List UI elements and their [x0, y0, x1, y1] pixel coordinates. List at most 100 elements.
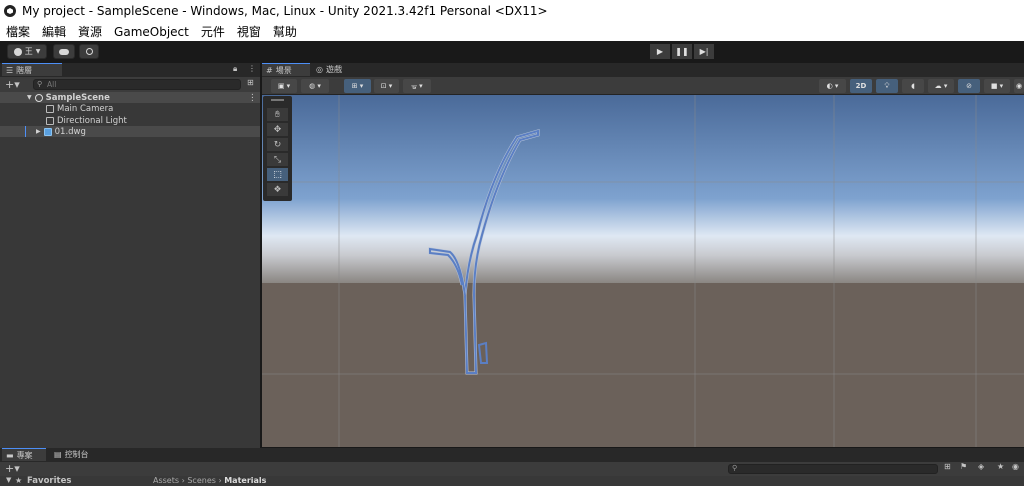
tab-project[interactable]: ▬ 專案 [2, 448, 46, 461]
scene-canvas[interactable] [262, 95, 1024, 447]
ruler-dropdown[interactable]: ᚗ ▾ [403, 79, 431, 93]
tag-icon[interactable]: ◈ [978, 462, 984, 471]
lighting-toggle[interactable]: 💡︎ [876, 79, 898, 93]
menu-file[interactable]: 檔案 [6, 23, 30, 40]
play-button[interactable]: ▶ [650, 44, 670, 59]
scene-viewport[interactable] [262, 95, 1024, 447]
menu-edit[interactable]: 編輯 [42, 23, 66, 40]
rect-tool-button[interactable]: ⬚ [267, 168, 288, 181]
scene-icon [34, 93, 43, 102]
scale-icon: ⤡ [273, 154, 282, 165]
sky [262, 95, 1024, 283]
scene-tabbar: # 場景 ◎ 遊戲 [262, 63, 1024, 77]
menu-assets[interactable]: 資源 [78, 23, 102, 40]
collab-button[interactable] [79, 44, 99, 59]
window-title: My project - SampleScene - Windows, Mac,… [22, 4, 548, 18]
star-icon: ★ [15, 476, 23, 485]
menu-help[interactable]: 幫助 [273, 23, 297, 40]
search-placeholder: All [47, 80, 57, 89]
draw-mode-icon: ▣ ▾ [277, 82, 291, 90]
create-button[interactable]: +▾ [5, 462, 20, 475]
add-button[interactable]: +▾ [5, 78, 20, 91]
snap-increment-dropdown[interactable]: ⊡ ▾ [374, 79, 399, 93]
scene-menu-icon[interactable]: ⋮ [248, 93, 257, 103]
hand-tool-button[interactable]: ✋︎ [267, 108, 288, 121]
menu-gameobject[interactable]: GameObject [114, 25, 189, 39]
tool-palette: ✋︎ ✥ ↻ ⤡ ⬚ ❖ [263, 96, 292, 201]
favorites-label: Favorites [27, 476, 72, 486]
tab-hierarchy[interactable]: ☰ 階層 [2, 63, 62, 76]
breadcrumb-scenes[interactable]: Scenes [187, 476, 216, 485]
project-toolbar: +▾ ⚲ ⊞ ⚑ ◈ ★ ◉ [0, 462, 1024, 476]
visibility-eye-icon[interactable]: ◉ [1012, 462, 1019, 471]
project-search-input[interactable]: ⚲ [728, 464, 938, 474]
ground [262, 283, 1024, 447]
expand-arrow-icon[interactable]: ▼ [6, 476, 11, 484]
account-label: 王 [24, 47, 33, 56]
item-label: Directional Light [57, 115, 127, 126]
gamepad-icon: ◎ [316, 65, 323, 74]
account-dropdown[interactable]: 王 ▼ [7, 44, 47, 59]
ruler-icon: ᚗ ▾ [411, 82, 423, 90]
menu-bar: 檔案 編輯 資源 GameObject 元件 視窗 幫助 [0, 22, 1024, 41]
gizmos-dropdown[interactable]: ◉ [1014, 79, 1024, 93]
favorites-header[interactable]: ▼ ★ Favorites [0, 476, 150, 486]
filter-icon[interactable]: ⊞ [247, 78, 254, 87]
hierarchy-item-01-dwg[interactable]: ▶ 01.dwg [0, 126, 260, 137]
hierarchy-search-input[interactable]: ⚲ All [33, 79, 241, 90]
expand-arrow-icon[interactable]: ▼ [27, 94, 32, 101]
drag-handle-icon[interactable] [271, 99, 284, 101]
snap-icon: ⊡ ▾ [380, 82, 393, 90]
hierarchy-item-directional-light[interactable]: Directional Light [46, 115, 127, 126]
camera-dropdown[interactable]: ■ ▾ [984, 79, 1010, 93]
hierarchy-panel: ☰ 階層 🔒︎ ⋮ +▾ ⚲ All ⊞ ▼ SampleScene ⋮ Mai… [0, 63, 260, 448]
menu-window[interactable]: 視窗 [237, 23, 261, 40]
rotate-icon: ↻ [273, 139, 282, 150]
gameobject-icon [46, 104, 54, 113]
tab-console[interactable]: ▤ 控制台 [50, 448, 106, 461]
toggle-2d-button[interactable]: 2D [850, 79, 872, 93]
expand-arrow-icon[interactable]: ▶ [36, 128, 41, 135]
grid-snap-icon: ⊞ ▾ [351, 82, 364, 90]
breadcrumb-assets[interactable]: Assets [153, 476, 179, 485]
gameobject-icon [46, 116, 54, 125]
favorite-star-icon[interactable]: ★ [997, 462, 1004, 471]
visibility-toggle[interactable]: ⊘ [958, 79, 980, 93]
hidden-eye-icon: ⊘ [966, 82, 972, 90]
kebab-menu-icon[interactable]: ⋮ [248, 64, 256, 73]
menu-component[interactable]: 元件 [201, 23, 225, 40]
breadcrumb-materials[interactable]: Materials [224, 476, 266, 485]
play-icon: ▶ [656, 47, 664, 56]
pause-button[interactable]: ❚❚ [672, 44, 692, 59]
rotate-tool-button[interactable]: ↻ [267, 138, 288, 151]
shading-dropdown[interactable]: ◐ ▾ [819, 79, 846, 93]
cloud-button[interactable] [53, 44, 75, 59]
project-tab-label: 專案 [16, 450, 33, 460]
draw-mode-dropdown[interactable]: ▣ ▾ [271, 79, 297, 93]
rect-icon: ⬚ [273, 169, 282, 180]
search-icon: ⚲ [37, 80, 43, 88]
hierarchy-item-main-camera[interactable]: Main Camera [46, 103, 113, 114]
scale-tool-button[interactable]: ⤡ [267, 153, 288, 166]
scene-name: SampleScene [45, 92, 110, 103]
search-by-label-icon[interactable]: ⚑ [960, 462, 967, 471]
move-icon: ✥ [273, 124, 282, 135]
audio-toggle[interactable]: ◖ [902, 79, 924, 93]
project-tabbar: ▬ 專案 ▤ 控制台 [0, 448, 1024, 462]
tab-game[interactable]: ◎ 遊戲 [312, 63, 358, 76]
hierarchy-tab-label: 階層 [16, 65, 33, 75]
grid-snap-dropdown[interactable]: ⊞ ▾ [344, 79, 371, 93]
pivot-dropdown[interactable]: ◍ ▾ [301, 79, 329, 93]
search-by-type-icon[interactable]: ⊞ [944, 462, 951, 471]
grid-icon: # [266, 65, 273, 75]
mode-2d-label: 2D [855, 82, 867, 90]
shading-icon: ◐ ▾ [826, 82, 839, 90]
move-tool-button[interactable]: ✥ [267, 123, 288, 136]
scene-row[interactable]: ▼ SampleScene ⋮ [0, 92, 260, 103]
console-icon: ▤ [54, 450, 62, 459]
lock-icon[interactable]: 🔒︎ [233, 64, 237, 74]
effects-dropdown[interactable]: ☁ ▾ [928, 79, 954, 93]
tab-scene[interactable]: # 場景 [262, 63, 310, 76]
transform-tool-button[interactable]: ❖ [267, 183, 288, 196]
step-button[interactable]: ▶| [694, 44, 714, 59]
